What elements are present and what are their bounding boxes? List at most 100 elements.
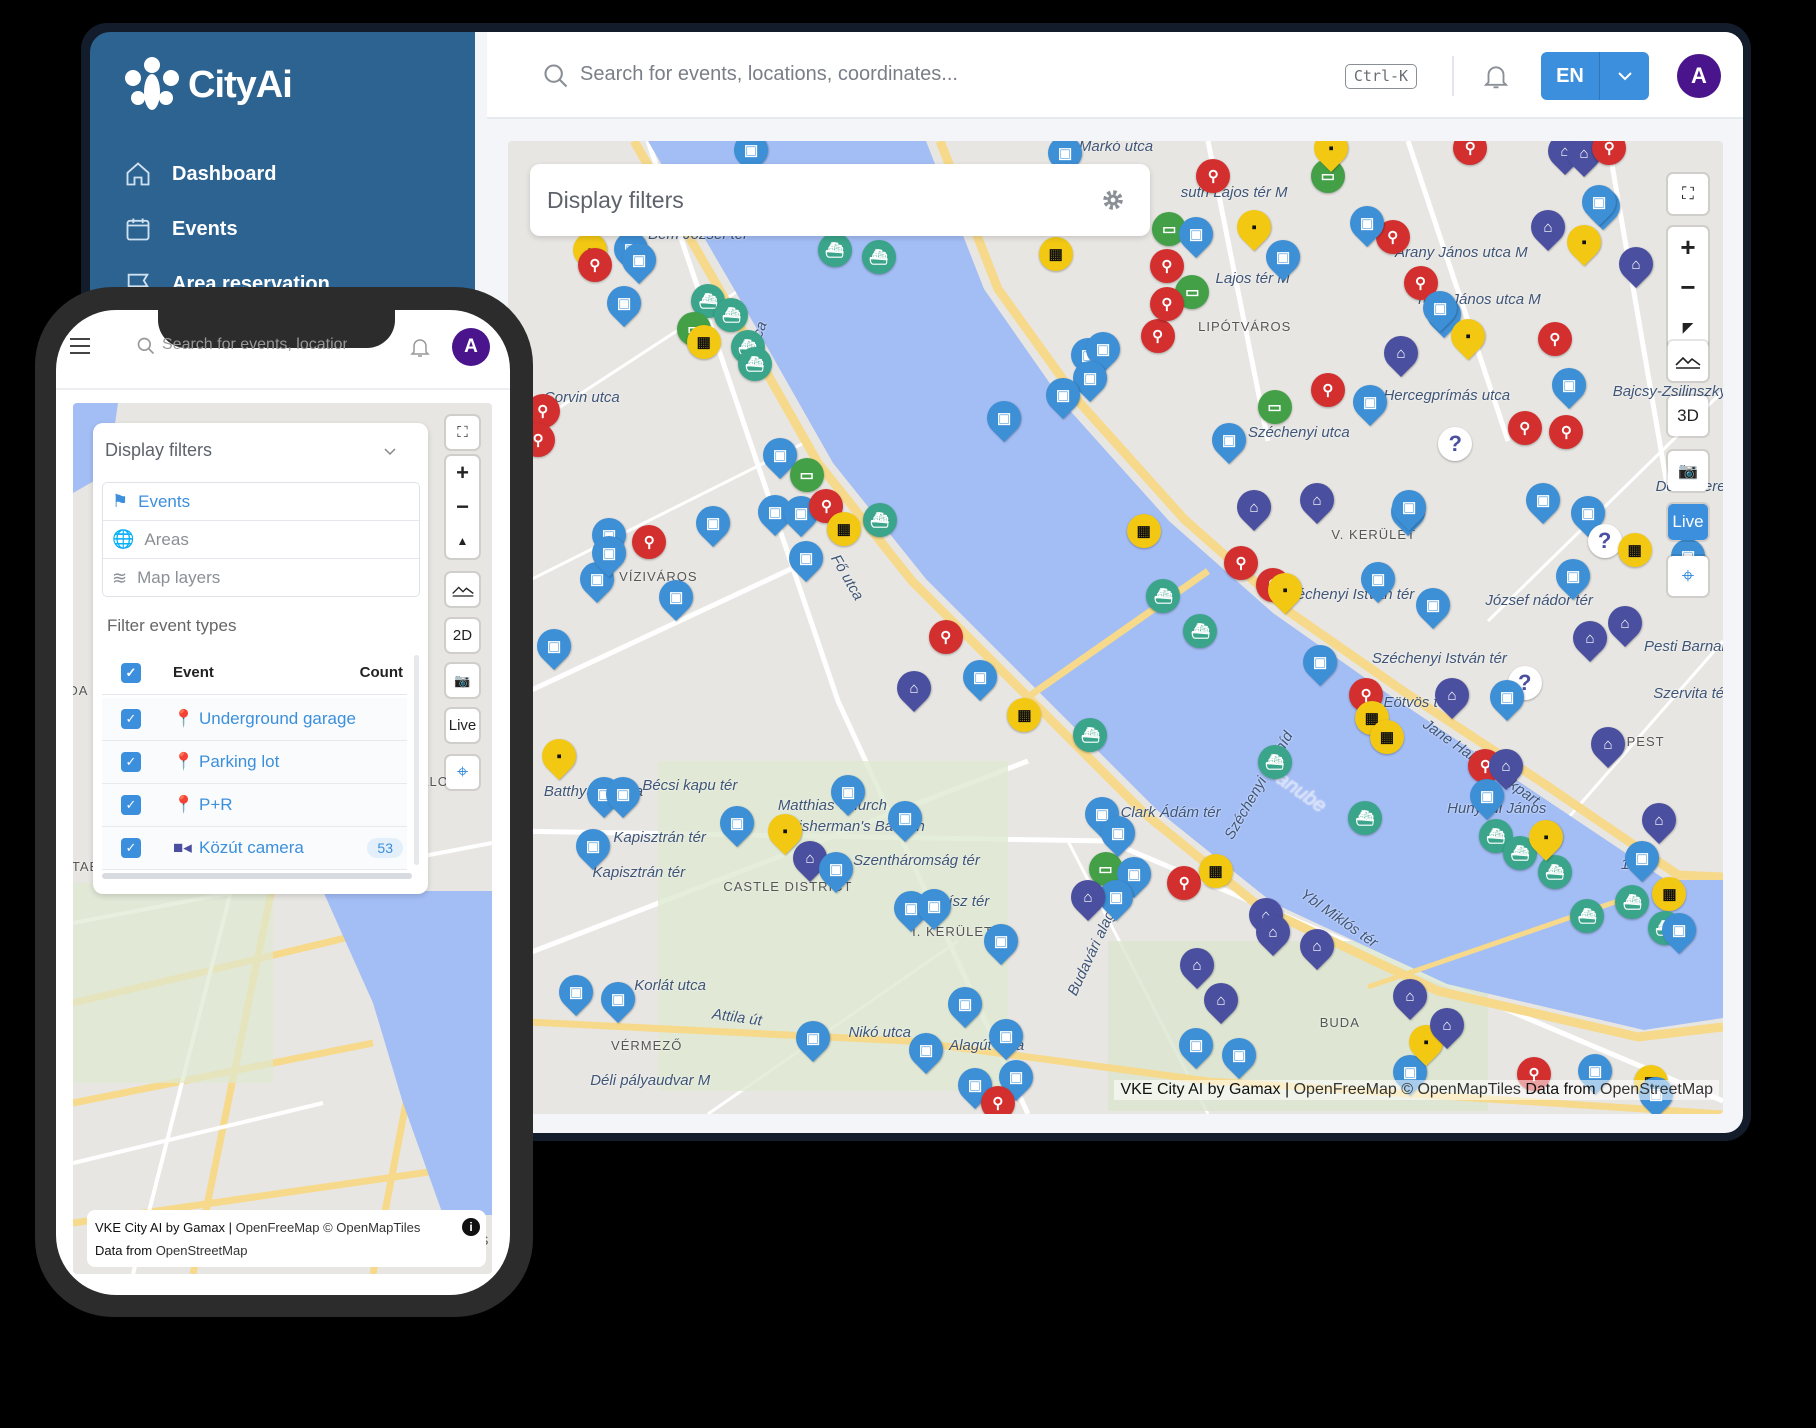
select-all-checkbox[interactable]: ✓ (121, 662, 141, 683)
bike-marker-icon[interactable]: ⚲ (980, 1086, 1015, 1114)
parking-pin-icon: 📍 (173, 752, 195, 771)
tram-marker-icon[interactable]: ▦ (1038, 237, 1073, 272)
table-row[interactable]: ✓ 📍 Parking lot (102, 741, 407, 784)
phone-avatar[interactable]: A (452, 328, 490, 366)
ferry-marker-icon[interactable]: ⛴ (817, 232, 852, 267)
fullscreen-button[interactable]: ⛶ (1668, 174, 1708, 214)
screenshot-button[interactable]: 📷 (446, 664, 479, 697)
zoom-in-button[interactable]: + (1680, 227, 1695, 267)
bike-marker-icon[interactable]: ⚲ (1310, 372, 1345, 407)
openstreetmap-link[interactable]: OpenStreetMap (156, 1243, 248, 1258)
row-checkbox[interactable]: ✓ (121, 838, 141, 858)
vertical-scrollbar[interactable] (414, 655, 419, 865)
avatar[interactable]: A (1677, 54, 1721, 98)
garage-pin-icon: 📍 (173, 709, 195, 728)
horizontal-scrollbar[interactable] (102, 873, 412, 879)
zoom-out-button[interactable]: − (1680, 267, 1695, 307)
bike-marker-icon[interactable]: ⚲ (1196, 158, 1231, 193)
map-label: Arany János utca M (1395, 244, 1528, 262)
map-label: Korlát utca (634, 977, 706, 995)
unknown-event-marker-icon[interactable]: ? (1587, 523, 1622, 558)
column-header-count: Count (359, 664, 403, 681)
language-selector[interactable]: EN (1541, 52, 1649, 100)
tab-events[interactable]: ⚑ Events (103, 483, 419, 521)
ferry-marker-icon[interactable]: ⛴ (1537, 854, 1572, 889)
fullscreen-icon: ⛶ (457, 424, 468, 441)
tram-marker-icon[interactable]: ▦ (826, 511, 861, 546)
tab-map-layers[interactable]: ≋ Map layers (103, 559, 419, 597)
tram-marker-icon[interactable]: ▦ (1198, 853, 1233, 888)
row-checkbox[interactable]: ✓ (121, 752, 141, 772)
display-filters-panel[interactable]: Display filters (530, 164, 1150, 236)
row-checkbox[interactable]: ✓ (121, 709, 141, 729)
bike-marker-icon[interactable]: ⚲ (577, 247, 612, 282)
bike-marker-icon[interactable]: ⚲ (1224, 545, 1258, 580)
bike-marker-icon[interactable]: ⚲ (1507, 411, 1542, 446)
screenshot-button[interactable]: 📷 (1668, 451, 1708, 491)
bike-marker-icon[interactable]: ⚲ (1149, 287, 1184, 322)
locate-button[interactable]: ⌖ (1668, 556, 1708, 596)
view-mode-toggle[interactable]: 3D (1668, 396, 1708, 436)
openfreemap-link[interactable]: OpenFreeMap (236, 1220, 320, 1235)
openstreetmap-link[interactable]: OpenStreetMap (1600, 1081, 1713, 1098)
bike-marker-icon[interactable]: ⚲ (1140, 318, 1175, 353)
table-row[interactable]: ✓ ■◂ Közút camera 53 (102, 827, 407, 870)
sidebar-item-dashboard[interactable]: Dashboard (124, 160, 276, 188)
tab-areas[interactable]: 🌐 Areas (103, 521, 419, 559)
info-icon[interactable]: i (462, 1218, 480, 1236)
bike-marker-icon[interactable]: ⚲ (1537, 322, 1572, 357)
sidebar-item-events[interactable]: Events (124, 215, 238, 243)
language-code[interactable]: EN (1541, 52, 1600, 100)
ferry-marker-icon[interactable]: ⛴ (1615, 884, 1650, 919)
gear-icon[interactable] (1100, 187, 1126, 213)
ferry-marker-icon[interactable]: ⛴ (714, 297, 749, 332)
ferry-marker-icon[interactable]: ⛴ (861, 239, 896, 274)
ferry-marker-icon[interactable]: ⛴ (862, 502, 897, 537)
chevron-down-icon[interactable] (383, 447, 397, 457)
bike-marker-icon[interactable]: ⚲ (1149, 249, 1184, 284)
table-row[interactable]: ✓ 📍 P+R (102, 784, 407, 827)
hamburger-menu-icon[interactable] (68, 336, 92, 356)
ferry-marker-icon[interactable]: ⛴ (737, 347, 772, 382)
tram-marker-icon[interactable]: ▦ (1652, 876, 1687, 911)
row-checkbox[interactable]: ✓ (121, 795, 141, 815)
bike-marker-icon[interactable]: ⚲ (1549, 414, 1584, 449)
flag-icon: ⚑ (112, 491, 129, 511)
openfreemap-link[interactable]: OpenFreeMap (1294, 1081, 1397, 1098)
bike-marker-icon[interactable]: ⚲ (632, 524, 667, 559)
ferry-marker-icon[interactable]: ⛴ (1570, 898, 1605, 933)
phone-map-view[interactable]: LIPÓTVÁROSPALOTANLSÓ-VÍZIVÁROSBartók Bél… (73, 403, 492, 1274)
compass-button[interactable]: ▲ (457, 524, 469, 558)
openmaptiles-link[interactable]: © OpenMapTiles (1397, 1081, 1521, 1098)
ferry-marker-icon[interactable]: ⛴ (1257, 744, 1292, 779)
bell-icon[interactable] (408, 334, 432, 360)
tram-marker-icon[interactable]: ▦ (1126, 514, 1161, 549)
zoom-out-button[interactable]: − (456, 490, 469, 524)
logo[interactable]: CityAi (124, 56, 293, 114)
car-marker-icon[interactable]: ▭ (1257, 390, 1292, 425)
live-toggle[interactable]: Live (1668, 504, 1708, 540)
chevron-down-icon[interactable] (1600, 52, 1649, 100)
fullscreen-button[interactable]: ⛶ (446, 416, 479, 449)
openmaptiles-link[interactable]: © OpenMapTiles (319, 1220, 420, 1235)
map-label: suth Lajos tér M (1180, 184, 1288, 202)
table-row[interactable]: ✓ 📍 Underground garage (102, 698, 407, 741)
car-marker-icon[interactable]: ▭ (789, 457, 824, 492)
phone-search-input[interactable]: Search for events, locations... (162, 336, 347, 354)
search-input[interactable]: Search for events, locations, coordinate… (580, 63, 958, 86)
locate-button[interactable]: ⌖ (446, 756, 479, 789)
live-toggle[interactable]: Live (446, 709, 479, 742)
view-mode-toggle[interactable]: 2D (446, 619, 479, 652)
terrain-button[interactable] (446, 573, 479, 606)
tram-marker-icon[interactable]: ▦ (1617, 532, 1652, 567)
bike-marker-icon[interactable]: ⚲ (928, 619, 963, 654)
map-label: LIPÓTVÁROS (1198, 318, 1292, 334)
bell-icon[interactable] (1481, 60, 1511, 92)
zoom-in-button[interactable]: + (456, 456, 469, 490)
map-view[interactable]: Markó utcasuth Lajos tér MLajos tér MBem… (508, 141, 1723, 1114)
mountain-icon (1675, 356, 1701, 369)
terrain-button[interactable] (1668, 341, 1708, 381)
camera-icon: 📷 (1678, 463, 1698, 480)
tram-marker-icon[interactable]: ▦ (686, 325, 721, 360)
map-label: Kapisztrán tér (592, 864, 686, 881)
